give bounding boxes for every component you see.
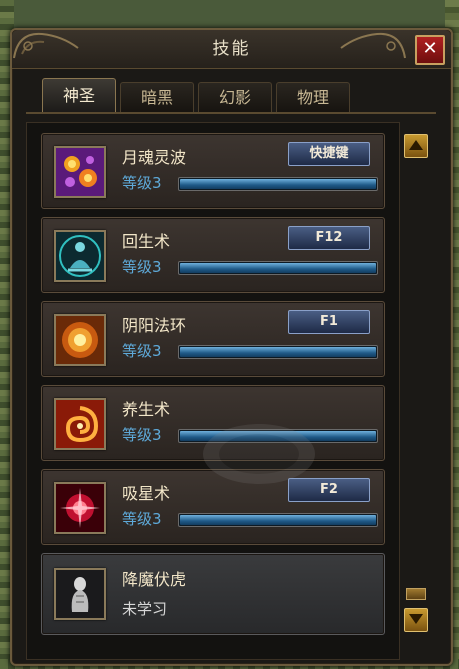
skill-level: 等级3 bbox=[122, 342, 162, 360]
golden-sun-icon[interactable] bbox=[54, 314, 106, 366]
hotkey-button[interactable]: 快捷键 bbox=[288, 142, 370, 166]
skill-name: 吸星术 bbox=[122, 484, 171, 503]
tab-physical[interactable]: 物理 bbox=[276, 82, 350, 113]
skill-category-tabs: 神圣 暗黑 幻影 物理 bbox=[28, 78, 448, 113]
white-statue-icon[interactable] bbox=[54, 568, 106, 620]
triangle-up-icon bbox=[409, 140, 423, 150]
skill-progress-bar bbox=[178, 513, 378, 527]
skill-level: 等级3 bbox=[122, 510, 162, 528]
tab-divider bbox=[26, 112, 436, 114]
scroll-up-button[interactable] bbox=[404, 134, 428, 158]
skill-name: 回生术 bbox=[122, 232, 171, 251]
skill-item-locked[interactable]: 降魔伏虎 未学习 bbox=[41, 553, 385, 635]
watermark-logo-icon bbox=[203, 424, 315, 484]
skill-progress-bar bbox=[178, 261, 378, 275]
hotkey-button[interactable]: F1 bbox=[288, 310, 370, 334]
close-button[interactable]: ✕ bbox=[415, 35, 445, 65]
title-bar[interactable]: 技能 ✕ bbox=[12, 30, 451, 69]
tab-phantom[interactable]: 幻影 bbox=[198, 82, 272, 113]
skill-item[interactable]: 回生术 F12 等级3 bbox=[41, 217, 385, 293]
skill-item[interactable]: 月魂灵波 快捷键 等级3 bbox=[41, 133, 385, 209]
hotkey-button[interactable]: F12 bbox=[288, 226, 370, 250]
scroll-down-button[interactable] bbox=[404, 608, 428, 632]
skill-item[interactable]: 阴阳法环 F1 等级3 bbox=[41, 301, 385, 377]
scrollbar[interactable] bbox=[404, 134, 428, 632]
meditating-monk-icon[interactable] bbox=[54, 230, 106, 282]
red-star-icon[interactable] bbox=[54, 482, 106, 534]
skill-name: 养生术 bbox=[122, 400, 171, 419]
skill-name: 降魔伏虎 bbox=[122, 570, 187, 589]
skill-list: 月魂灵波 快捷键 等级3 回生术 F12 等级3 阴阳法环 F1 等级3 养生术… bbox=[26, 122, 400, 660]
triangle-down-icon bbox=[409, 614, 423, 624]
skills-window: 技能 ✕ 神圣 暗黑 幻影 物理 月魂灵波 快捷键 等级3 回生术 F12 等级… bbox=[10, 28, 453, 666]
skill-level: 等级3 bbox=[122, 174, 162, 192]
skill-level: 等级3 bbox=[122, 258, 162, 276]
purple-orbs-icon[interactable] bbox=[54, 146, 106, 198]
unlearned-status: 未学习 bbox=[122, 600, 168, 618]
skill-level: 等级3 bbox=[122, 426, 162, 444]
skill-name: 月魂灵波 bbox=[122, 148, 187, 167]
window-title: 技能 bbox=[212, 39, 251, 59]
fire-swirl-icon[interactable] bbox=[54, 398, 106, 450]
tab-holy[interactable]: 神圣 bbox=[42, 78, 116, 113]
skill-progress-bar bbox=[178, 177, 378, 191]
tab-dark[interactable]: 暗黑 bbox=[120, 82, 194, 113]
scroll-thumb[interactable] bbox=[406, 588, 426, 600]
skill-name: 阴阳法环 bbox=[122, 316, 187, 335]
skill-progress-bar bbox=[178, 345, 378, 359]
